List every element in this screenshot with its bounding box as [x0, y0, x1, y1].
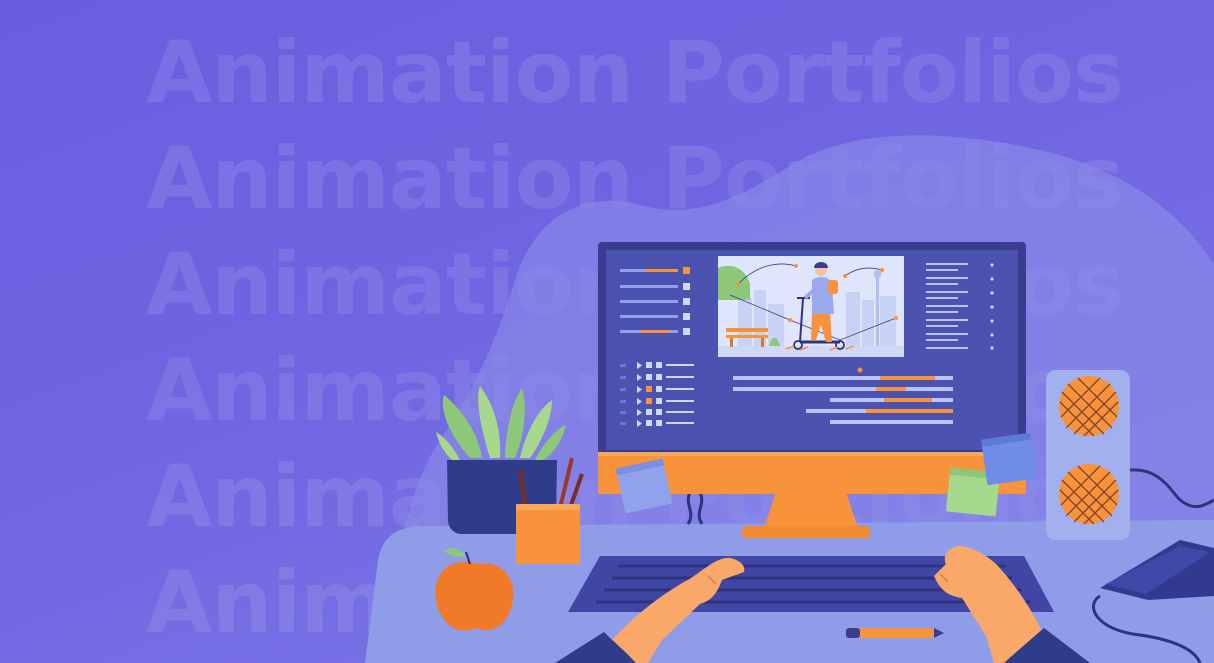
sticky-note-icon [981, 432, 1037, 485]
sticky-note-icon [615, 458, 672, 514]
pen-icon [846, 628, 944, 638]
illustration [365, 135, 1214, 663]
banner: Animation Portfolios Animation Portfolio… [0, 0, 1214, 663]
